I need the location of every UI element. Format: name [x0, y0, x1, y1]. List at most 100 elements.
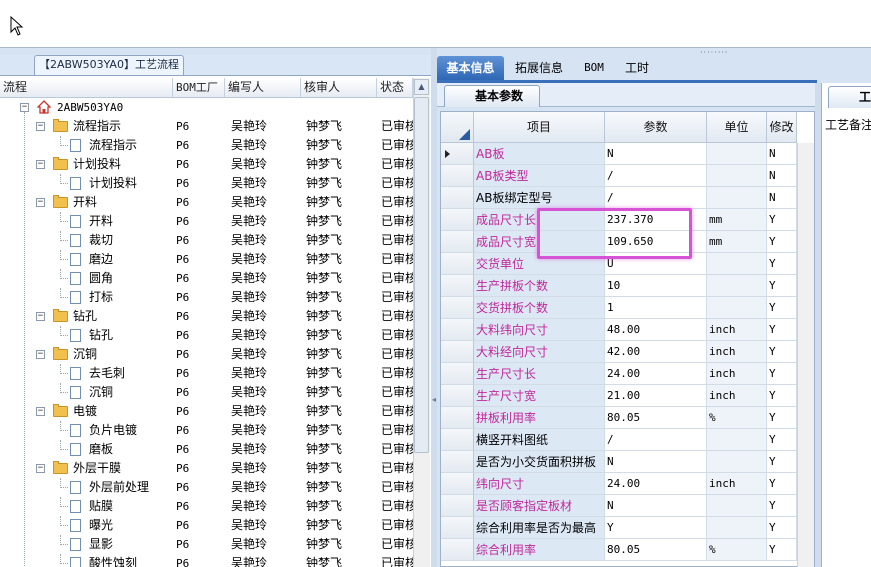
grid-row[interactable]: AB板绑定型号 / N [441, 187, 797, 209]
param-modify-cell[interactable]: Y [767, 231, 797, 253]
grid-row[interactable]: 综合利用率是否为最高 Y Y [441, 517, 797, 539]
param-unit-cell[interactable] [707, 187, 767, 209]
splitter-grip-icon[interactable]: ◂ [432, 395, 436, 409]
param-unit-cell[interactable] [707, 517, 767, 539]
param-unit-cell[interactable]: mm [707, 209, 767, 231]
tab-work-hours[interactable]: 工时 [618, 56, 656, 80]
collapse-icon[interactable]: − [36, 350, 45, 359]
tree-node-cell[interactable] [0, 383, 173, 402]
grid-row[interactable]: AB板类型 / N [441, 165, 797, 187]
tree-row[interactable]: 贴膜 P6 吴艳玲 钟梦飞 已审核 [0, 497, 413, 516]
tree-row[interactable]: 显影 P6 吴艳玲 钟梦飞 已审核 [0, 535, 413, 554]
tree-row[interactable]: 酸性蚀刻 P6 吴艳玲 钟梦飞 已审核 [0, 554, 413, 567]
row-header[interactable] [441, 341, 474, 363]
tree-row[interactable]: 外层前处理 P6 吴艳玲 钟梦飞 已审核 [0, 478, 413, 497]
tree-node-cell[interactable] [0, 440, 173, 459]
param-unit-cell[interactable] [707, 275, 767, 297]
grid-header-item[interactable]: 项目 [474, 112, 605, 143]
tab-bom[interactable]: BOM [574, 56, 614, 80]
param-value-cell[interactable]: / [605, 187, 707, 209]
tree-node-cell[interactable] [0, 497, 173, 516]
tree-row[interactable]: 去毛刺 P6 吴艳玲 钟梦飞 已审核 [0, 364, 413, 383]
tree-row[interactable]: 流程指示 P6 吴艳玲 钟梦飞 已审核 [0, 136, 413, 155]
param-unit-cell[interactable]: % [707, 407, 767, 429]
tree-root-row[interactable]: − 2ABW503YA0 [0, 98, 413, 117]
col-header-status[interactable]: 状态 [377, 78, 413, 97]
tree-node-cell[interactable] [0, 269, 173, 288]
param-modify-cell[interactable]: N [767, 187, 797, 209]
tree-row[interactable]: 沉铜 P6 吴艳玲 钟梦飞 已审核 [0, 383, 413, 402]
param-value-cell[interactable]: N [605, 143, 707, 165]
collapse-icon[interactable]: − [36, 312, 45, 321]
tree-node-cell[interactable] [0, 231, 173, 250]
param-unit-cell[interactable] [707, 165, 767, 187]
row-header[interactable] [441, 407, 474, 429]
param-unit-cell[interactable]: % [707, 539, 767, 561]
row-header[interactable] [441, 165, 474, 187]
param-modify-cell[interactable]: Y [767, 495, 797, 517]
resize-grip-icon[interactable]: ········ [700, 49, 740, 57]
param-modify-cell[interactable]: Y [767, 275, 797, 297]
collapse-icon[interactable]: − [20, 103, 29, 112]
tree-row[interactable]: 打标 P6 吴艳玲 钟梦飞 已审核 [0, 288, 413, 307]
grid-header-modify[interactable]: 修改 [767, 112, 797, 143]
tree-row[interactable]: − 流程指示 P6 吴艳玲 钟梦飞 已审核 [0, 117, 413, 136]
grid-row[interactable]: 交货拼板个数 1 Y [441, 297, 797, 319]
param-modify-cell[interactable]: Y [767, 539, 797, 561]
param-value-cell[interactable]: Y [605, 517, 707, 539]
grid-row[interactable]: 大料纬向尺寸 48.00 inch Y [441, 319, 797, 341]
tree-row[interactable]: − 开料 P6 吴艳玲 钟梦飞 已审核 [0, 193, 413, 212]
tree-row[interactable]: 钻孔 P6 吴艳玲 钟梦飞 已审核 [0, 326, 413, 345]
row-header[interactable] [441, 363, 474, 385]
tree-node-cell[interactable] [0, 421, 173, 440]
col-header-flow[interactable]: 流程 [0, 78, 173, 97]
row-header[interactable] [441, 517, 474, 539]
col-header-reviewer[interactable]: 核审人 [301, 78, 377, 97]
tree-node-cell[interactable] [0, 364, 173, 383]
tree-row[interactable]: − 计划投料 P6 吴艳玲 钟梦飞 已审核 [0, 155, 413, 174]
param-unit-cell[interactable] [707, 253, 767, 275]
row-header[interactable] [441, 451, 474, 473]
tree-node-cell[interactable] [0, 288, 173, 307]
param-value-cell[interactable]: 80.05 [605, 407, 707, 429]
tree-row[interactable]: 圆角 P6 吴艳玲 钟梦飞 已审核 [0, 269, 413, 288]
tree-row[interactable]: 开料 P6 吴艳玲 钟梦飞 已审核 [0, 212, 413, 231]
grid-scrollbar[interactable] [797, 143, 814, 567]
tree-node-cell[interactable] [0, 136, 173, 155]
row-header[interactable] [441, 253, 474, 275]
param-value-cell[interactable]: 1 [605, 297, 707, 319]
tree-row[interactable]: − 钻孔 P6 吴艳玲 钟梦飞 已审核 [0, 307, 413, 326]
tree-row[interactable]: 曝光 P6 吴艳玲 钟梦飞 已审核 [0, 516, 413, 535]
param-modify-cell[interactable]: Y [767, 341, 797, 363]
tree-scroll-thumb[interactable] [414, 97, 429, 453]
grid-row[interactable]: AB板 N N [441, 143, 797, 165]
tab-basic-info[interactable]: 基本信息 [437, 56, 504, 80]
tree-node-cell[interactable] [0, 535, 173, 554]
grid-row[interactable]: 大料经向尺寸 42.00 inch Y [441, 341, 797, 363]
tab-process-remarks[interactable]: 工艺备注 [828, 86, 871, 108]
grid-row[interactable]: 是否顾客指定板材 N Y [441, 495, 797, 517]
tree-node-cell[interactable] [0, 326, 173, 345]
row-header[interactable] [441, 231, 474, 253]
param-unit-cell[interactable]: inch [707, 363, 767, 385]
collapse-icon[interactable]: − [36, 198, 45, 207]
grid-row[interactable]: 是否为小交货面积拼板 N Y [441, 451, 797, 473]
grid-row[interactable]: 生产尺寸宽 21.00 inch Y [441, 385, 797, 407]
tree-node-cell[interactable] [0, 212, 173, 231]
param-value-cell[interactable]: 42.00 [605, 341, 707, 363]
grid-row[interactable]: 生产拼板个数 10 Y [441, 275, 797, 297]
tab-extended-info[interactable]: 拓展信息 [508, 56, 570, 80]
param-value-cell[interactable]: 21.00 [605, 385, 707, 407]
tree-row[interactable]: 磨边 P6 吴艳玲 钟梦飞 已审核 [0, 250, 413, 269]
row-header[interactable] [441, 187, 474, 209]
row-header[interactable] [441, 385, 474, 407]
scroll-up-icon[interactable]: ▲ [414, 79, 429, 95]
tab-basic-params[interactable]: 基本参数 [444, 85, 540, 107]
param-modify-cell[interactable]: Y [767, 209, 797, 231]
param-value-cell[interactable]: 48.00 [605, 319, 707, 341]
tree-row[interactable]: 磨板 P6 吴艳玲 钟梦飞 已审核 [0, 440, 413, 459]
param-modify-cell[interactable]: Y [767, 319, 797, 341]
tree-node-cell[interactable] [0, 174, 173, 193]
tree-row[interactable]: − 沉铜 P6 吴艳玲 钟梦飞 已审核 [0, 345, 413, 364]
grid-row[interactable]: 综合利用率 80.05% Y [441, 539, 797, 561]
